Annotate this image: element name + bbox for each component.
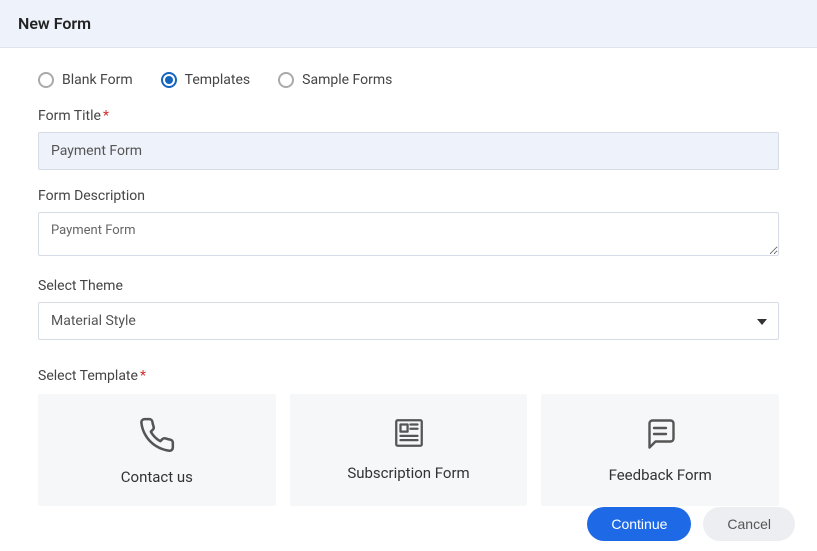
radio-label: Sample Forms (302, 72, 392, 88)
radio-templates[interactable]: Templates (161, 72, 251, 88)
template-label: Subscription Form (300, 464, 518, 482)
cancel-button[interactable]: Cancel (703, 507, 795, 541)
template-card-contact[interactable]: Contact us (38, 394, 276, 506)
form-description-input[interactable] (38, 212, 779, 256)
message-square-icon (551, 416, 769, 452)
template-card-subscription[interactable]: Subscription Form (290, 394, 528, 506)
required-asterisk: * (140, 368, 146, 384)
radio-label: Blank Form (62, 72, 133, 88)
form-title-input[interactable] (38, 132, 779, 170)
label-text: Select Template (38, 368, 138, 384)
radio-label: Templates (185, 72, 251, 88)
form-title-label: Form Title* (38, 108, 779, 124)
select-theme-wrap: Material Style (38, 302, 779, 340)
form-description-label: Form Description (38, 188, 779, 204)
required-asterisk: * (103, 108, 109, 124)
radio-icon (278, 72, 294, 88)
radio-icon (161, 72, 177, 88)
template-label: Contact us (48, 468, 266, 486)
template-card-feedback[interactable]: Feedback Form (541, 394, 779, 506)
template-cards-row: Contact us Subscription Form (38, 394, 779, 506)
label-text: Form Title (38, 108, 101, 124)
phone-icon (48, 416, 266, 454)
form-title-group: Form Title* (38, 108, 779, 170)
continue-button[interactable]: Continue (587, 507, 691, 541)
select-theme-group: Select Theme Material Style (38, 278, 779, 340)
template-label: Feedback Form (551, 466, 769, 484)
select-theme-label: Select Theme (38, 278, 779, 294)
dialog-footer: Continue Cancel (587, 507, 795, 541)
radio-icon (38, 72, 54, 88)
radio-blank-form[interactable]: Blank Form (38, 72, 133, 88)
select-theme-dropdown[interactable]: Material Style (38, 302, 779, 340)
dialog-title: New Form (18, 14, 799, 33)
select-template-group: Select Template* Contact us (38, 368, 779, 506)
radio-sample-forms[interactable]: Sample Forms (278, 72, 392, 88)
dialog-header: New Form (0, 0, 817, 48)
form-description-group: Form Description (38, 188, 779, 260)
form-source-radio-group: Blank Form Templates Sample Forms (38, 72, 779, 88)
select-template-label: Select Template* (38, 368, 779, 384)
newspaper-icon (300, 416, 518, 450)
dialog-content: Blank Form Templates Sample Forms Form T… (0, 48, 817, 506)
